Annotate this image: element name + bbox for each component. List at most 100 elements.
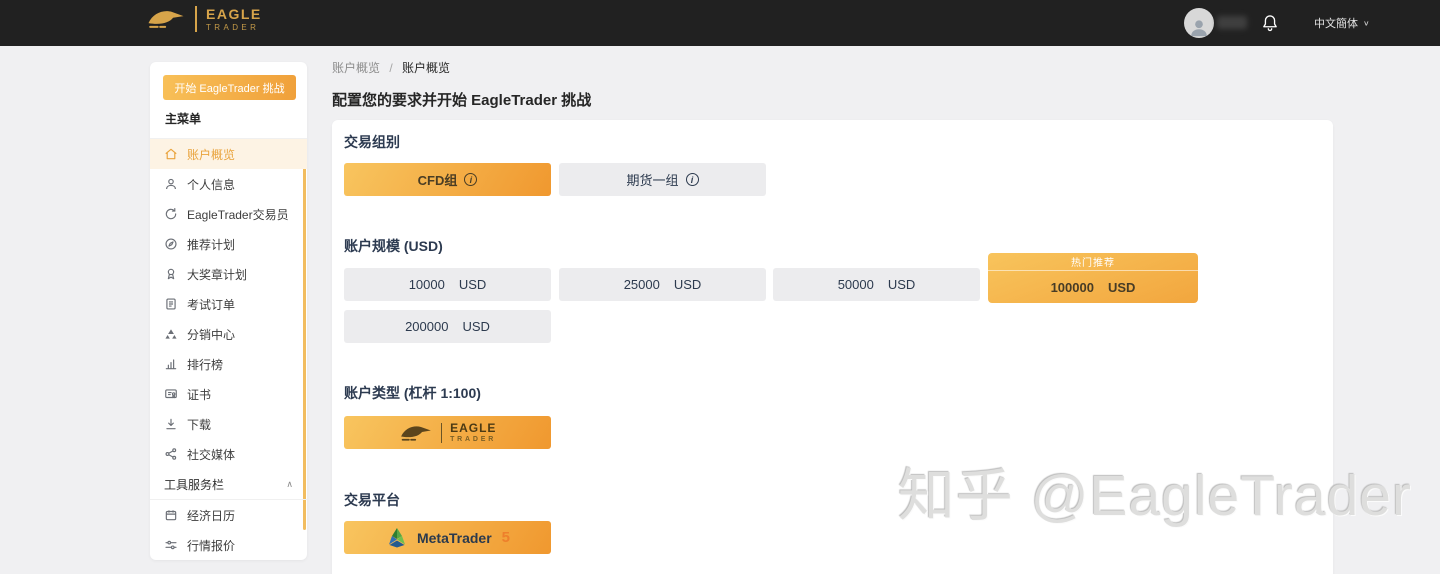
- sidebar-item-label: 个人信息: [187, 176, 235, 193]
- brand-line2: TRADER: [450, 436, 496, 443]
- sidebar-item-label: 证书: [187, 386, 211, 403]
- compass-icon: [164, 237, 178, 251]
- option-futures-group[interactable]: 期货一组 i: [559, 163, 766, 196]
- currency: USD: [462, 319, 489, 334]
- certificate-icon: [164, 387, 178, 401]
- option-label: 期货一组: [626, 170, 678, 189]
- page-title: 配置您的要求并开始 EagleTrader 挑战: [332, 89, 591, 110]
- section-title-trading-group: 交易组别: [344, 132, 400, 152]
- logo-divider: [195, 6, 197, 32]
- size-option-25000[interactable]: 25000 USD: [559, 268, 766, 301]
- language-selector[interactable]: 中文簡体 ∨: [1314, 15, 1370, 31]
- currency: USD: [674, 277, 701, 292]
- download-icon: [164, 417, 178, 431]
- sidebar-item-label: 排行榜: [187, 356, 223, 373]
- sidebar-item-label: 社交媒体: [187, 446, 235, 463]
- sidebar-menu: 账户概览 个人信息 EagleTrader交易员 推荐计划 大奖章计划 考试订单: [150, 139, 307, 560]
- notification-bell-icon[interactable]: [1260, 13, 1280, 33]
- option-label: CFD组: [418, 170, 458, 189]
- main-menu-heading: 主菜单: [165, 110, 201, 127]
- brand-line2: TRADER: [206, 24, 262, 32]
- sidebar-item-economic-calendar[interactable]: 经济日历: [150, 500, 307, 530]
- logo-divider: [441, 423, 443, 443]
- bar-chart-icon: [164, 357, 178, 371]
- sidebar-item-label: 推荐计划: [187, 236, 235, 253]
- sidebar-item-personal-info[interactable]: 个人信息: [150, 169, 307, 199]
- brand-line1: EAGLE: [450, 422, 496, 434]
- info-icon[interactable]: i: [464, 173, 477, 186]
- info-icon[interactable]: i: [686, 173, 699, 186]
- sidebar-section-tools[interactable]: 工具服务栏 ∧: [150, 469, 307, 499]
- size-option-200000[interactable]: 200000 USD: [344, 310, 551, 343]
- tools-heading-label: 工具服务栏: [164, 476, 224, 493]
- amount: 200000: [405, 319, 448, 334]
- start-challenge-button[interactable]: 开始 EagleTrader 挑战: [163, 75, 296, 100]
- sidebar-item-leaderboard[interactable]: 排行榜: [150, 349, 307, 379]
- calendar-icon: [164, 508, 178, 522]
- amount: 50000: [838, 277, 874, 292]
- user-icon: [164, 177, 178, 191]
- platform-version: 5: [502, 529, 510, 546]
- option-cfd-group[interactable]: CFD组 i: [344, 163, 551, 196]
- chevron-up-icon: ∧: [286, 479, 293, 490]
- sidebar: 开始 EagleTrader 挑战 主菜单 账户概览 个人信息 EagleTra…: [150, 62, 307, 560]
- medal-icon: [164, 267, 178, 281]
- metatrader5-icon: [385, 526, 409, 550]
- sidebar-item-label: 账户概览: [187, 146, 235, 163]
- sidebar-item-distribution-center[interactable]: 分销中心: [150, 319, 307, 349]
- sidebar-item-account-overview[interactable]: 账户概览: [150, 139, 307, 169]
- breadcrumb-parent[interactable]: 账户概览: [332, 61, 380, 75]
- size-option-100000-selected[interactable]: 热门推荐 100000 USD: [988, 253, 1198, 303]
- breadcrumb-separator: /: [389, 61, 392, 75]
- sidebar-item-label: 大奖章计划: [187, 266, 247, 283]
- quotes-icon: [164, 538, 178, 552]
- sidebar-item-download[interactable]: 下载: [150, 409, 307, 439]
- app-root: EAGLE TRADER 中文簡体 ∨ 开始 EagleTrader 挑战 主菜…: [0, 0, 1440, 574]
- sidebar-item-referral-plan[interactable]: 推荐计划: [150, 229, 307, 259]
- sidebar-item-label: 行情报价: [187, 537, 235, 554]
- eagle-icon: [399, 423, 433, 443]
- pyramid-icon: [164, 327, 178, 341]
- sidebar-item-market-quotes[interactable]: 行情报价: [150, 530, 307, 560]
- home-icon: [164, 147, 178, 161]
- sidebar-item-medal-plan[interactable]: 大奖章计划: [150, 259, 307, 289]
- sidebar-item-social-media[interactable]: 社交媒体: [150, 439, 307, 469]
- sidebar-item-label: 考试订单: [187, 296, 235, 313]
- section-title-platform: 交易平台: [344, 490, 400, 510]
- language-label: 中文簡体: [1314, 15, 1358, 31]
- section-title-account-size: 账户规模 (USD): [344, 236, 443, 256]
- sidebar-item-eagletrader-trader[interactable]: EagleTrader交易员: [150, 199, 307, 229]
- amount: 10000: [409, 277, 445, 292]
- top-header: EAGLE TRADER 中文簡体 ∨: [0, 0, 1440, 46]
- person-icon: [1188, 16, 1210, 38]
- platform-metatrader5-button[interactable]: MetaTrader 5: [344, 521, 551, 554]
- share-icon: [164, 447, 178, 461]
- currency: USD: [888, 277, 915, 292]
- size-option-10000[interactable]: 10000 USD: [344, 268, 551, 301]
- platform-label: MetaTrader: [417, 530, 492, 546]
- censored-username: [1217, 16, 1247, 29]
- sidebar-item-label: 经济日历: [187, 507, 235, 524]
- size-option-50000[interactable]: 50000 USD: [773, 268, 980, 301]
- section-title-account-type: 账户类型 (杠杆 1:100): [344, 383, 481, 403]
- amount: 25000: [624, 277, 660, 292]
- currency: USD: [1108, 280, 1135, 295]
- currency: USD: [459, 277, 486, 292]
- eagle-icon: [146, 6, 186, 32]
- chevron-down-icon: ∨: [1363, 19, 1370, 28]
- user-avatar[interactable]: [1184, 8, 1214, 38]
- sidebar-item-label: EagleTrader交易员: [187, 206, 289, 223]
- challenge-config-card: 交易组别 CFD组 i 期货一组 i 账户规模 (USD) 10000 USD …: [332, 120, 1333, 574]
- sync-icon: [164, 207, 178, 221]
- sidebar-item-certificate[interactable]: 证书: [150, 379, 307, 409]
- sidebar-item-exam-orders[interactable]: 考试订单: [150, 289, 307, 319]
- account-type-eagletrader-button[interactable]: EAGLE TRADER: [344, 416, 551, 449]
- sidebar-item-label: 分销中心: [187, 326, 235, 343]
- breadcrumb-current: 账户概览: [402, 61, 450, 75]
- breadcrumb: 账户概览 / 账户概览: [332, 59, 450, 76]
- eagletrader-logo: EAGLE TRADER: [146, 6, 262, 32]
- sidebar-item-label: 下载: [187, 416, 211, 433]
- document-icon: [164, 297, 178, 311]
- amount: 100000: [1051, 280, 1094, 295]
- popular-badge: 热门推荐: [988, 253, 1198, 271]
